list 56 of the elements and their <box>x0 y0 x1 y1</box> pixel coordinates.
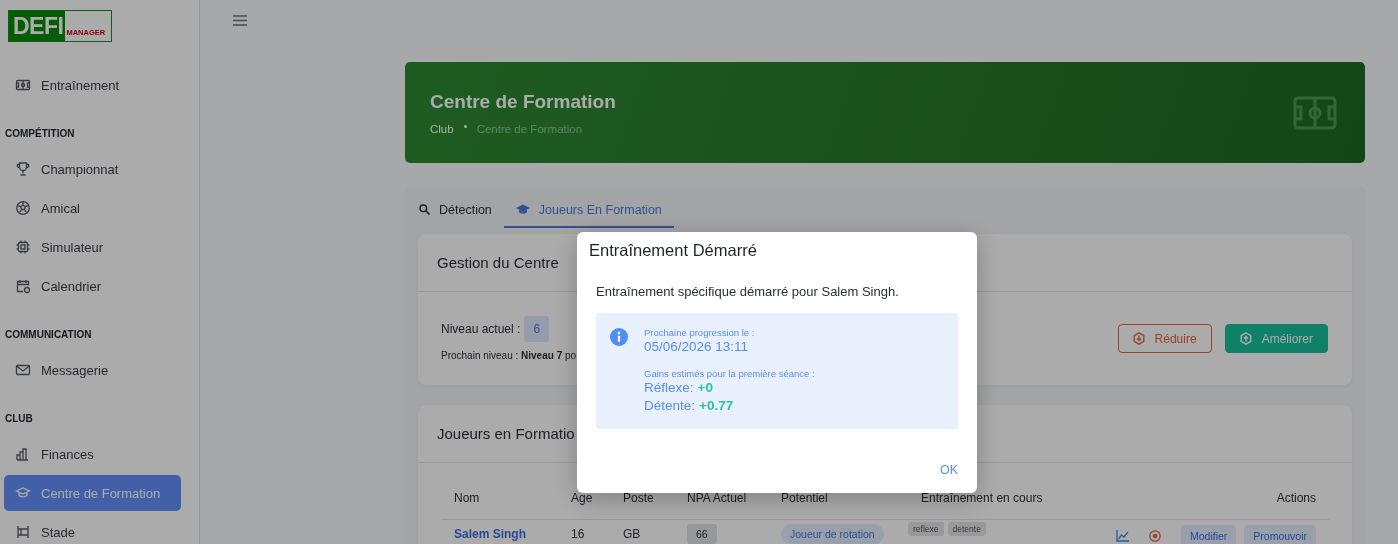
sidebar-item[interactable]: Stade <box>4 514 181 544</box>
sidebar-item[interactable]: Finances <box>4 436 181 472</box>
graduation-cap-icon <box>515 204 530 215</box>
level-value: 6 <box>524 316 550 342</box>
training-tag: detente <box>947 522 986 536</box>
stop-icon[interactable] <box>1148 530 1161 542</box>
mail-icon <box>15 362 31 378</box>
page-title: Centre de Formation <box>430 90 616 113</box>
potential-badge: Joueur de rotation <box>781 524 884 544</box>
table-cell-text: GB <box>622 526 642 543</box>
breadcrumb-link[interactable]: Centre de Formation <box>476 122 583 135</box>
sidebar-item[interactable]: Messagerie <box>4 352 181 388</box>
sidebar-item[interactable]: Championnat <box>4 151 181 187</box>
promote-button[interactable]: Promouvoir <box>1244 525 1316 544</box>
stat-name: Réflexe: <box>644 380 694 395</box>
soccer-ball-icon <box>15 200 31 216</box>
search-icon <box>419 204 430 215</box>
tab[interactable]: Détection <box>407 193 504 228</box>
dialog-title: Entraînement Démarré <box>589 241 758 260</box>
tab[interactable]: Joueurs En Formation <box>503 193 674 228</box>
progression-date: 05/06/2026 13:11 <box>644 338 750 356</box>
line-chart-icon[interactable] <box>1115 530 1129 542</box>
trophy-icon <box>15 161 31 177</box>
bar-chart-icon <box>15 446 31 462</box>
calendar-icon <box>15 278 31 294</box>
stadium-icon <box>15 524 31 540</box>
menu-icon[interactable] <box>233 15 247 26</box>
reduce-button[interactable]: Réduire <box>1117 324 1212 353</box>
sidebar-item[interactable]: Simulateur <box>4 229 181 265</box>
next-level-text: Prochain niveau : Niveau 7 po <box>441 350 577 361</box>
sidebar-item[interactable]: Amical <box>4 190 181 226</box>
level-label: Niveau actuel : <box>441 322 521 336</box>
info-label: Prochaine progression le : <box>644 327 756 338</box>
edit-button[interactable]: Modifier <box>1180 525 1237 544</box>
breadcrumb-link[interactable]: Club <box>430 122 454 135</box>
stat-gain: +0 <box>697 380 713 395</box>
chip-icon <box>15 239 31 255</box>
sidebar-item[interactable]: Calendrier <box>4 268 181 304</box>
info-icon <box>610 328 628 346</box>
section-heading: COMMUNICATION <box>4 328 93 342</box>
sidebar-item[interactable]: Centre de Formation <box>4 475 181 511</box>
training-tag: reflexe <box>908 522 944 536</box>
pitch-icon <box>1293 95 1337 130</box>
section-heading: COMPÉTITION <box>4 126 76 141</box>
hexagon-down-icon <box>1132 332 1145 345</box>
pitch-icon <box>15 77 31 93</box>
column-header: Nom <box>441 491 558 520</box>
column-header: Actions <box>1098 491 1329 520</box>
rating-badge: 66 <box>687 524 717 544</box>
hexagon-up-icon <box>1239 332 1252 345</box>
table-cell-text: 16 <box>570 526 586 543</box>
sidebar-item[interactable]: Entraînement <box>4 67 181 103</box>
info-label: Gains estimés pour la première séance : <box>644 368 815 379</box>
section-heading: CLUB <box>4 412 34 426</box>
upgrade-button[interactable]: Améliorer <box>1224 324 1328 353</box>
player-name-link[interactable]: Salem Singh <box>441 520 558 544</box>
